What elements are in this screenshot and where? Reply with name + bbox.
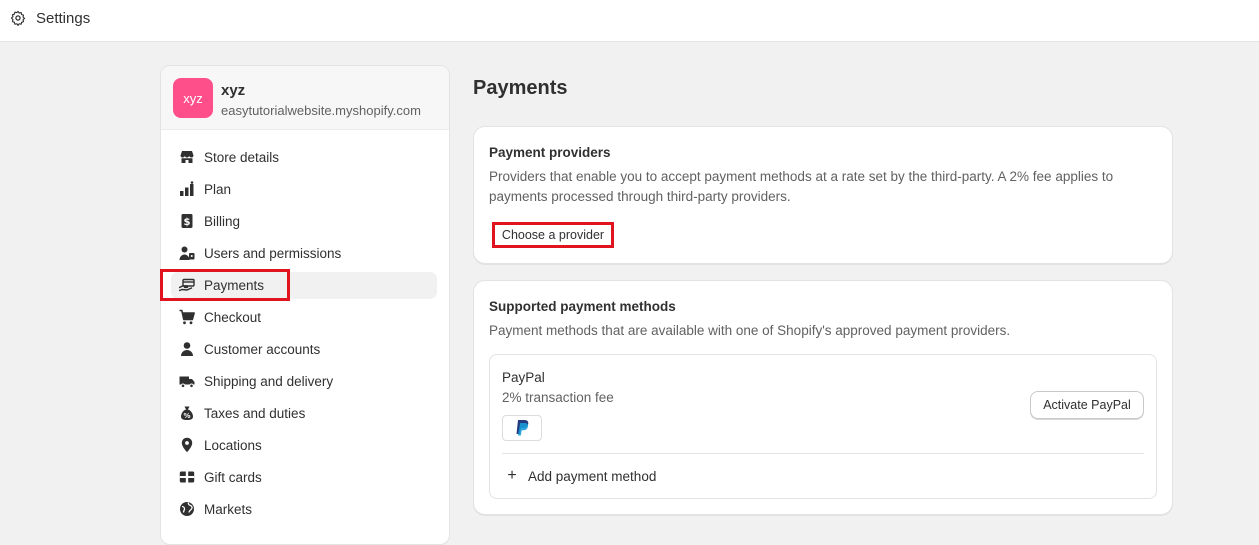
- location-pin-icon: [181, 437, 193, 453]
- sidebar-item-label: Customer accounts: [204, 342, 321, 357]
- sidebar-item-plan[interactable]: Plan: [171, 176, 437, 203]
- add-payment-method-button[interactable]: + Add payment method: [504, 466, 656, 486]
- activate-paypal-button[interactable]: Activate PayPal: [1030, 391, 1144, 419]
- sidebar-item-customer-accounts[interactable]: Customer accounts: [171, 336, 437, 363]
- sidebar-item-label: Billing: [204, 214, 241, 229]
- store-avatar: xyz: [173, 78, 213, 118]
- sidebar-item-label: Shipping and delivery: [204, 374, 334, 389]
- page-title: Payments: [473, 77, 568, 99]
- store-name: xyz: [221, 82, 246, 99]
- gift-card-icon: [179, 471, 195, 483]
- providers-description: Providers that enable you to accept paym…: [489, 169, 1114, 204]
- billing-receipt-icon: $: [181, 214, 193, 228]
- payment-method-box: PayPal 2% transaction fee Activate PayPa…: [489, 354, 1157, 499]
- sidebar-item-label: Users and permissions: [204, 246, 342, 261]
- plan-chart-icon: [180, 181, 194, 196]
- sidebar-item-taxes[interactable]: % Taxes and duties: [171, 400, 437, 427]
- truck-icon: [179, 376, 195, 389]
- store-icon: [180, 151, 194, 163]
- sidebar-item-label: Plan: [204, 182, 232, 197]
- cart-icon: [179, 309, 195, 325]
- person-icon: [181, 342, 193, 356]
- sidebar-item-label: Locations: [204, 438, 262, 453]
- store-header[interactable]: xyz xyz easytutorialwebsite.myshopify.co…: [161, 66, 449, 130]
- tax-bag-icon: %: [181, 406, 193, 420]
- sidebar-item-shipping[interactable]: Shipping and delivery: [171, 368, 437, 395]
- supported-methods-card: Supported payment methods Payment method…: [473, 280, 1173, 515]
- sidebar-item-locations[interactable]: Locations: [171, 432, 437, 459]
- sidebar-item-label: Payments: [204, 278, 265, 293]
- sidebar-item-markets[interactable]: Markets: [171, 496, 437, 523]
- providers-heading: Payment providers: [489, 145, 611, 160]
- payment-providers-card: Payment providers Providers that enable …: [473, 126, 1173, 264]
- sidebar-item-users[interactable]: Users and permissions: [171, 240, 437, 267]
- top-bar: Settings: [0, 0, 1259, 42]
- svg-text:%: %: [183, 412, 190, 420]
- globe-icon: [180, 502, 194, 516]
- method-name: PayPal: [502, 370, 545, 385]
- sidebar-item-label: Taxes and duties: [204, 406, 306, 421]
- sidebar-item-billing[interactable]: $ Billing: [171, 208, 437, 235]
- sidebar-item-payments[interactable]: Payments: [171, 272, 437, 299]
- settings-sidebar: xyz xyz easytutorialwebsite.myshopify.co…: [160, 65, 450, 545]
- sidebar-item-label: Gift cards: [204, 470, 262, 485]
- divider: [502, 453, 1144, 454]
- paypal-logo-icon: [502, 415, 542, 441]
- gear-icon: [10, 10, 26, 26]
- plus-icon: +: [507, 467, 517, 484]
- sidebar-item-label: Store details: [204, 150, 280, 165]
- sidebar-item-store-details[interactable]: Store details: [171, 144, 437, 171]
- supported-heading: Supported payment methods: [489, 299, 676, 314]
- page-header-title: Settings: [36, 10, 91, 27]
- paypal-p-icon: [516, 420, 529, 436]
- choose-provider-button[interactable]: Choose a provider: [492, 222, 614, 248]
- sidebar-item-label: Checkout: [204, 310, 262, 325]
- sidebar-item-label: Markets: [204, 502, 253, 517]
- store-domain: easytutorialwebsite.myshopify.com: [221, 103, 421, 118]
- supported-description: Payment methods that are available with …: [489, 323, 1011, 338]
- method-fee: 2% transaction fee: [502, 390, 614, 405]
- payments-hand-icon: [179, 278, 195, 292]
- users-icon: [179, 246, 195, 260]
- svg-text:$: $: [184, 217, 191, 228]
- add-payment-method-label: Add payment method: [528, 468, 657, 484]
- sidebar-item-checkout[interactable]: Checkout: [171, 304, 437, 331]
- sidebar-item-gift-cards[interactable]: Gift cards: [171, 464, 437, 491]
